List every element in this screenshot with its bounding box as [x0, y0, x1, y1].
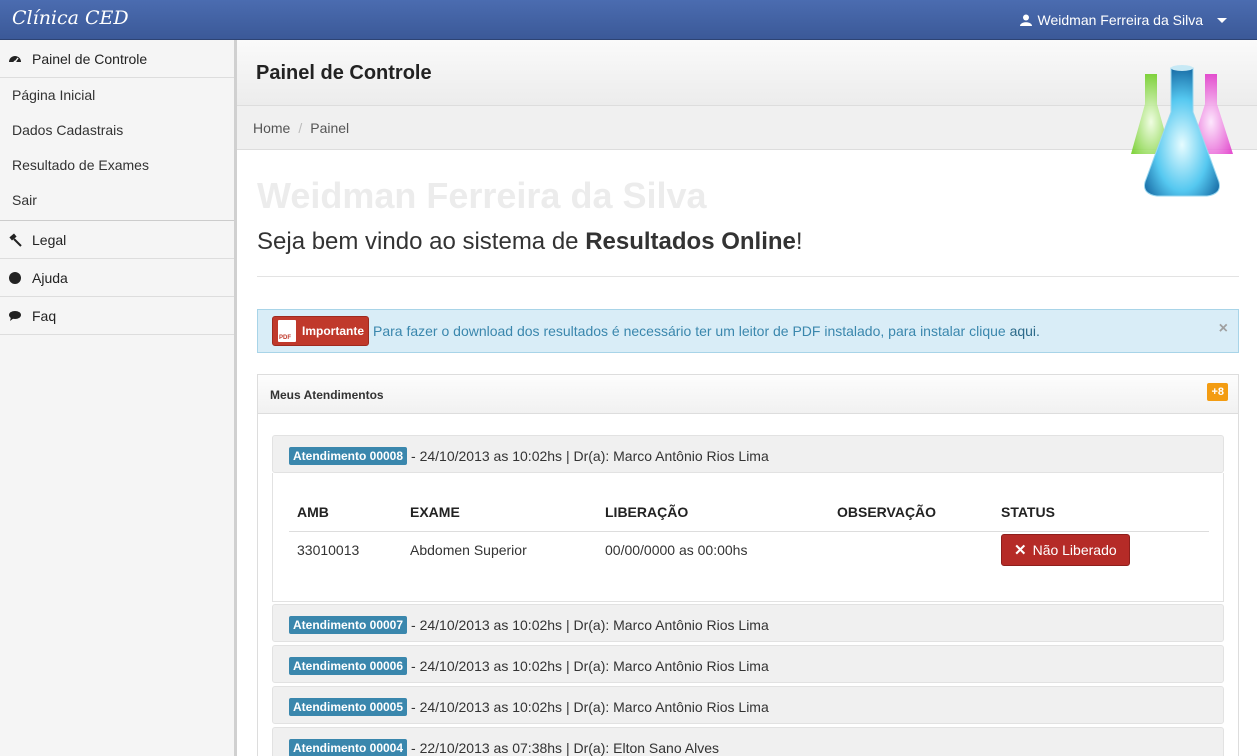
sidebar-item-sair[interactable]: Sair	[0, 183, 234, 218]
breadcrumb: Home / Painel	[237, 106, 1257, 150]
alert-message: Para fazer o download dos resultados é n…	[373, 323, 1040, 339]
dashboard-icon	[9, 55, 21, 63]
cell-liberacao: 00/00/0000 as 00:00hs	[605, 542, 748, 559]
sidebar-item-resultado-exames[interactable]: Resultado de Exames	[0, 148, 234, 183]
pdf-icon	[278, 320, 296, 342]
user-menu[interactable]: Weidman Ferreira da Silva	[1019, 12, 1227, 28]
col-liberacao: LIBERAÇÃO	[597, 503, 829, 532]
atendimento-detail: - 24/10/2013 as 10:02hs | Dr(a): Marco A…	[411, 448, 769, 464]
count-badge: +8	[1207, 383, 1228, 401]
panel-title: Meus Atendimentos	[270, 388, 384, 402]
sidebar-section-ajuda[interactable]: Ajuda	[0, 259, 234, 297]
times-icon: ✕	[1014, 542, 1027, 560]
cell-status: ✕ Não Liberado	[993, 531, 1209, 569]
user-icon	[1019, 14, 1032, 26]
sidebar-section-legal[interactable]: Legal	[0, 221, 234, 259]
page-title: Painel de Controle	[256, 62, 432, 84]
breadcrumb-current: Painel	[310, 120, 350, 136]
welcome-user-name: Weidman Ferreira da Silva	[257, 175, 707, 216]
gavel-icon	[9, 233, 22, 247]
cell-amb: 33010013	[297, 542, 360, 559]
main-content: Painel de Controle Home / Painel Weidman F…	[237, 40, 1257, 756]
sidebar-section-painel[interactable]: Painel de Controle	[0, 40, 234, 78]
col-exame: EXAME	[402, 503, 597, 532]
sidebar-section-faq[interactable]: Faq	[0, 297, 234, 335]
panel-header: Meus Atendimentos +8	[258, 375, 1238, 414]
sidebar-item-pagina-inicial[interactable]: Página Inicial	[0, 78, 234, 113]
exams-table: AMB EXAME LIBERAÇÃO OBSERVAÇÃO STATUS 33…	[289, 503, 1209, 569]
lab-flask-icon	[1131, 65, 1233, 197]
user-name: Weidman Ferreira da Silva	[1037, 12, 1203, 28]
atendimento-header[interactable]: Atendimento 00006- 24/10/2013 as 10:02hs…	[272, 645, 1224, 683]
caret-down-icon	[1217, 17, 1227, 23]
sidebar-section-label: Faq	[32, 307, 57, 324]
atendimento-header[interactable]: Atendimento 00008- 24/10/2013 as 10:02hs…	[272, 435, 1224, 473]
col-status: STATUS	[993, 503, 1209, 532]
top-navbar: Clínica CED Weidman Ferreira da Silva	[0, 0, 1257, 40]
page-header: Painel de Controle	[237, 40, 1257, 106]
atendimento-detail: - 24/10/2013 as 10:02hs | Dr(a): Marco A…	[411, 699, 769, 715]
atendimento-detail: - 22/10/2013 as 07:38hs | Dr(a): Elton S…	[411, 740, 719, 756]
cell-exame: Abdomen Superior	[410, 542, 527, 559]
col-observacao: OBSERVAÇÃO	[829, 503, 993, 532]
atendimento-label: Atendimento 00004	[289, 739, 408, 756]
atendimento-label: Atendimento 00007	[289, 616, 408, 634]
atendimento-header[interactable]: Atendimento 00004- 22/10/2013 as 07:38hs…	[272, 727, 1224, 756]
table-row: 33010013 Abdomen Superior 00/00/0000 as …	[289, 531, 1209, 569]
important-badge: Importante	[272, 316, 369, 346]
sidebar-section-label: Ajuda	[32, 269, 68, 286]
welcome-message: Seja bem vindo ao sistema de Resultados …	[257, 228, 803, 255]
sidebar-item-dados-cadastrais[interactable]: Dados Cadastrais	[0, 113, 234, 148]
close-icon[interactable]: ×	[1219, 320, 1228, 338]
atendimento-header[interactable]: Atendimento 00005- 24/10/2013 as 10:02hs…	[272, 686, 1224, 724]
atendimento-detail: - 24/10/2013 as 10:02hs | Dr(a): Marco A…	[411, 617, 769, 633]
atendimento-header[interactable]: Atendimento 00007- 24/10/2013 as 10:02hs…	[272, 604, 1224, 642]
brand-logo[interactable]: Clínica CED	[12, 7, 129, 29]
comment-icon	[9, 310, 21, 321]
atendimentos-panel: Meus Atendimentos +8 Atendimento 00008- …	[257, 374, 1239, 756]
sidebar: Painel de Controle Página Inicial Dados …	[0, 40, 237, 756]
atendimento-detail: - 24/10/2013 as 10:02hs | Dr(a): Marco A…	[411, 658, 769, 674]
sidebar-submenu: Página Inicial Dados Cadastrais Resultad…	[0, 78, 234, 221]
atendimento-details: AMB EXAME LIBERAÇÃO OBSERVAÇÃO STATUS 33…	[272, 473, 1224, 602]
question-circle-icon	[9, 271, 21, 284]
breadcrumb-home[interactable]: Home	[253, 120, 290, 136]
col-amb: AMB	[289, 503, 402, 532]
divider	[257, 276, 1239, 277]
atendimento-label: Atendimento 00006	[289, 657, 408, 675]
sidebar-section-label: Painel de Controle	[32, 50, 148, 67]
atendimento-label: Atendimento 00008	[289, 447, 408, 465]
pdf-info-alert: Importante Para fazer o download dos res…	[257, 309, 1239, 353]
status-nao-liberado-button[interactable]: ✕ Não Liberado	[1001, 534, 1130, 567]
cell-observacao	[829, 531, 993, 569]
install-pdf-link[interactable]: aqui.	[1010, 323, 1040, 339]
sidebar-section-label: Legal	[32, 231, 67, 248]
atendimento-label: Atendimento 00005	[289, 698, 408, 716]
